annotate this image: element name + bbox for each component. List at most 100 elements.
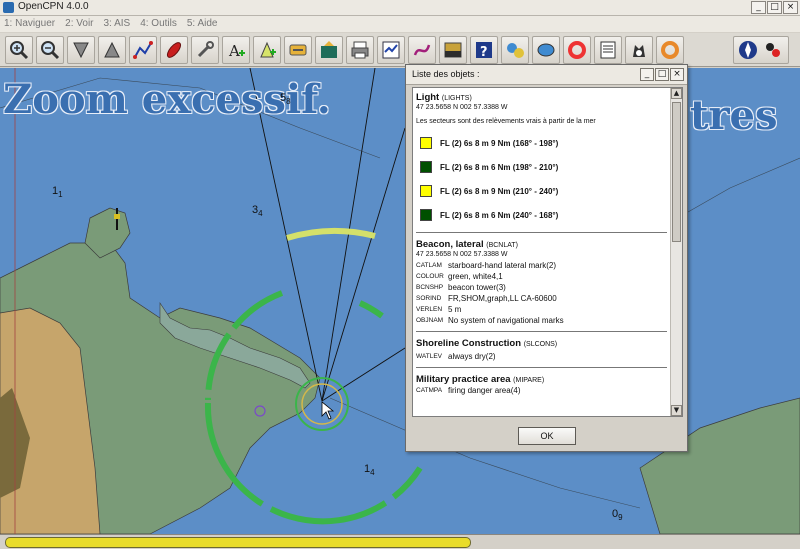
light-sector-list: FL (2) 6s 8 m 9 Nm (168° - 198°) FL (2) … [416,131,671,227]
ais-icon [537,43,555,57]
tracking-icon [166,42,182,58]
shoreline-title: Shoreline Construction (SLCONS) [416,338,558,349]
depth-sounding: 34 [252,204,263,219]
dialog-close-button[interactable]: × [670,68,684,81]
ok-button[interactable]: OK [518,427,576,445]
dialog-title: Liste des objets : [412,69,480,79]
dog-icon [633,45,645,57]
scroll-up-arrow[interactable]: ▲ [671,88,682,99]
attribute-row: COLOUR green, white4,1 [416,272,503,281]
depth-sounding: 09 [612,508,623,523]
dialog-minimize-button[interactable]: _ [640,68,654,81]
scale-down-icon [73,42,89,59]
menu-ais[interactable]: 3: AIS [104,16,131,32]
scroll-down-arrow[interactable]: ▼ [671,405,682,416]
man-overboard-button[interactable] [563,36,591,64]
attribute-row: CATMPA firing danger area(4) [416,386,521,395]
zoom-out-icon [41,41,60,60]
chart-pan-icon [321,41,337,58]
menu-aide[interactable]: 5: Aide [187,16,218,32]
anchor-button[interactable] [284,36,312,64]
menu-outils[interactable]: 4: Outils [140,16,177,32]
light-sector-row: FL (2) 6s 8 m 6 Nm (240° - 168°) [420,203,671,227]
settings2-button[interactable] [501,36,529,64]
sector-color-swatch [420,161,432,173]
svg-text:?: ? [480,45,488,60]
settings2-icon [507,43,524,58]
lifebuoy-button[interactable] [656,36,684,64]
track-button[interactable] [408,36,436,64]
depth-sounding: 58 [280,92,291,107]
zoom-in-icon [10,41,29,60]
menu-naviguer[interactable]: 1: Naviguer [4,16,55,32]
light-title: Light (LIGHTS) [416,92,472,103]
maximize-button[interactable]: □ [767,1,782,14]
settings-button[interactable] [191,36,219,64]
title-bar: OpenCPN 4.0.0 _ □ × [0,0,800,16]
attribute-row: BCNSHP beacon tower(3) [416,283,506,292]
light-sector-row: FL (2) 6s 8 m 6 Nm (198° - 210°) [420,155,671,179]
compass-icon [739,41,780,59]
light-sector-row: FL (2) 6s 8 m 9 Nm (210° - 240°) [420,179,671,203]
scale-up-button[interactable] [98,36,126,64]
chart-pan-button[interactable] [315,36,343,64]
vertical-scrollbar[interactable]: ▲ ▼ [670,88,682,416]
menu-bar: 1: Naviguer 2: Voir 3: AIS 4: Outils 5: … [0,16,800,32]
beacon-coords: 47 23.5658 N 002 57.3388 W [416,251,508,258]
close-button[interactable]: × [783,1,798,14]
route-manager-icon [382,41,400,59]
progress-bar [5,537,471,548]
attribute-row: SORIND FR,SHOM,graph,LL CA-60600 [416,294,557,303]
divider [416,367,667,368]
light-sector-row: FL (2) 6s 8 m 9 Nm (168° - 198°) [420,131,671,155]
dialog-title-bar[interactable]: Liste des objets : _ □ × [406,65,687,85]
route-icon [133,41,153,59]
zoom-in-button[interactable] [5,36,33,64]
depth-sounding: 11 [52,185,63,200]
route-manager-button[interactable] [377,36,405,64]
attribute-row: WATLEV always dry(2) [416,352,496,361]
log-button[interactable] [594,36,622,64]
anchor-icon [289,44,307,56]
object-list-dialog: Liste des objets : _ □ × Light (LIGHTS) … [405,64,688,452]
object-list-content: Light (LIGHTS) 47 23.5658 N 002 57.3388 … [413,88,671,416]
man-overboard-icon [568,41,586,59]
help-icon: ? [476,42,492,60]
print-button[interactable] [346,36,374,64]
text-button[interactable]: A [222,36,250,64]
app-icon [3,2,14,13]
zoom-out-button[interactable] [36,36,64,64]
light-note: Les secteurs sont des relèvements vrais … [416,118,596,125]
light-coords: 47 23.5658 N 002 57.3388 W [416,104,508,111]
object-list-panel[interactable]: Light (LIGHTS) 47 23.5658 N 002 57.3388 … [412,87,683,417]
military-title: Military practice area (MIPARE) [416,374,545,385]
overlay-fragment: tres [690,92,778,139]
attribute-row: OBJNAM No system of navigational marks [416,316,564,325]
log-icon [600,41,616,59]
scale-down-button[interactable] [67,36,95,64]
dog-button[interactable] [625,36,653,64]
depth-sounding: 14 [364,463,375,478]
sector-color-swatch [420,137,432,149]
status-bar [0,534,800,549]
ais-button[interactable] [532,36,560,64]
tide-button[interactable] [439,36,467,64]
mark-button[interactable] [253,36,281,64]
print-icon [351,41,369,59]
scroll-thumb[interactable] [672,102,681,242]
route-button[interactable] [129,36,157,64]
minimize-button[interactable]: _ [751,1,766,14]
sector-color-swatch [420,185,432,197]
beacon-attributes: CATLAM starboard-hand lateral mark(2) COL… [416,260,671,326]
beacon-title: Beacon, lateral (BCNLAT) [416,239,518,250]
tracking-button[interactable] [160,36,188,64]
divider [416,232,667,233]
menu-voir[interactable]: 2: Voir [65,16,93,32]
text-icon: A [228,42,245,60]
track-icon [413,44,431,56]
dialog-maximize-button[interactable]: □ [655,68,669,81]
window-title: OpenCPN 4.0.0 [18,1,89,12]
help-button[interactable]: ? [470,36,498,64]
mark-icon [260,41,276,58]
compass-button[interactable] [733,36,789,64]
